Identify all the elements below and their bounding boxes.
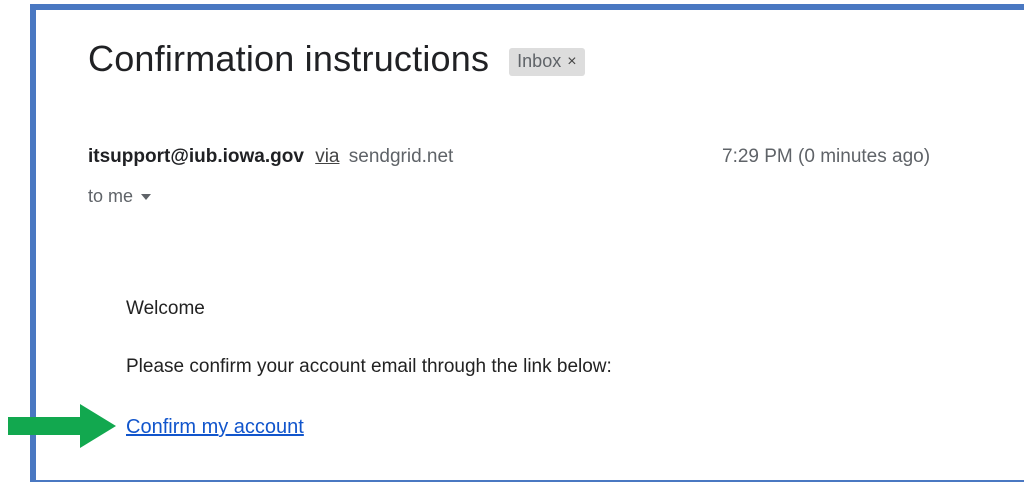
chevron-down-icon[interactable] xyxy=(141,193,152,200)
email-timestamp: 7:29 PM (0 minutes ago) xyxy=(722,146,931,167)
inbox-label-chip[interactable]: Inbox × xyxy=(509,48,585,76)
sender-row: itsupport@iub.iowa.gov via sendgrid.net xyxy=(88,146,453,168)
recipient-text: to me xyxy=(88,186,134,206)
email-subject: Confirmation instructions xyxy=(88,38,490,79)
body-instruction: Please confirm your account email throug… xyxy=(126,356,612,377)
via-link[interactable]: via xyxy=(315,146,339,167)
via-domain: sendgrid.net xyxy=(348,146,454,167)
inbox-label-text: Inbox xyxy=(517,51,562,71)
confirm-account-link[interactable]: Confirm my account xyxy=(126,416,304,439)
sender-email[interactable]: itsupport@iub.iowa.gov xyxy=(88,146,304,167)
subject-row: Confirmation instructions Inbox × xyxy=(88,38,585,80)
body-greeting: Welcome xyxy=(126,298,205,319)
green-arrow-icon xyxy=(8,404,116,448)
recipient-details-toggle[interactable]: to me xyxy=(88,186,152,207)
remove-label-icon[interactable]: × xyxy=(567,53,576,71)
